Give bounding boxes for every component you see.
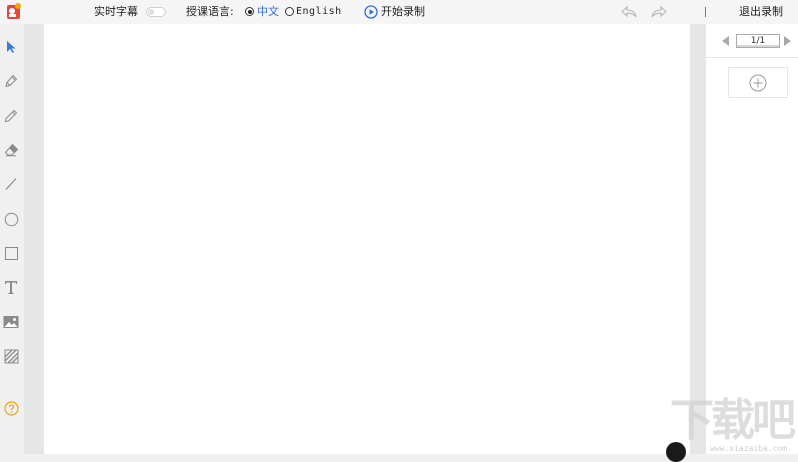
- image-icon: [3, 316, 19, 328]
- tool-circle[interactable]: [2, 210, 20, 228]
- pencil-icon: [4, 109, 18, 123]
- watermark: 下载吧 www.xiazaiba.com: [664, 395, 796, 462]
- teaching-language-label: 授课语言:: [186, 5, 234, 18]
- live-subtitle-label: 实时字幕: [94, 5, 138, 18]
- watermark-url: www.xiazaiba.com: [710, 444, 788, 453]
- undo-icon[interactable]: [621, 5, 637, 19]
- tool-select[interactable]: [2, 38, 20, 56]
- text-icon: [5, 281, 17, 294]
- tool-help[interactable]: [2, 399, 20, 417]
- canvas-right-margin: [690, 24, 706, 454]
- eraser-icon: [4, 143, 18, 157]
- toolbar-separator: [705, 7, 706, 17]
- rectangle-icon: [4, 246, 18, 260]
- exit-recording-button[interactable]: 退出录制: [739, 4, 783, 20]
- plus-circle-icon: [749, 74, 767, 91]
- start-recording-button[interactable]: 开始录制: [381, 4, 425, 20]
- top-toolbar: 实时字幕 授课语言: 中文 English 开始录制 退出录制: [0, 0, 798, 24]
- tool-pencil[interactable]: [2, 107, 20, 125]
- watermark-badge-icon: [666, 442, 686, 462]
- whiteboard-canvas[interactable]: [44, 24, 690, 454]
- watermark-text: 下载吧: [670, 395, 796, 446]
- help-icon: [3, 400, 19, 416]
- select-pointer-icon: [7, 41, 16, 53]
- circle-icon: [4, 212, 18, 226]
- tool-rectangle[interactable]: [2, 244, 20, 262]
- hatch-fill-icon: [4, 349, 18, 363]
- lang-option-chinese[interactable]: 中文: [257, 4, 279, 20]
- page-number-input[interactable]: 1/1: [736, 34, 780, 48]
- app-logo-icon: [7, 3, 21, 19]
- tool-hatch-fill[interactable]: [2, 347, 20, 365]
- tool-pen[interactable]: [2, 72, 20, 90]
- next-page-icon[interactable]: [784, 36, 791, 46]
- lang-option-english[interactable]: English: [296, 4, 342, 20]
- tool-line[interactable]: [2, 175, 20, 193]
- page-panel: 1/1: [706, 24, 798, 454]
- prev-page-icon[interactable]: [722, 36, 729, 46]
- add-page-button[interactable]: [728, 67, 788, 98]
- redo-icon[interactable]: [651, 5, 667, 19]
- tool-image[interactable]: [2, 313, 20, 331]
- live-subtitle-toggle[interactable]: [146, 7, 166, 17]
- pen-icon: [5, 74, 18, 88]
- line-icon: [5, 178, 17, 190]
- lang-radio-chinese[interactable]: [245, 7, 254, 16]
- canvas-left-margin: [24, 24, 44, 454]
- tool-eraser[interactable]: [2, 141, 20, 159]
- page-navigator: 1/1: [706, 24, 798, 58]
- play-record-icon[interactable]: [364, 5, 378, 19]
- tool-text[interactable]: [2, 278, 20, 296]
- lang-radio-english[interactable]: [285, 7, 294, 16]
- left-tool-sidebar: [0, 24, 24, 454]
